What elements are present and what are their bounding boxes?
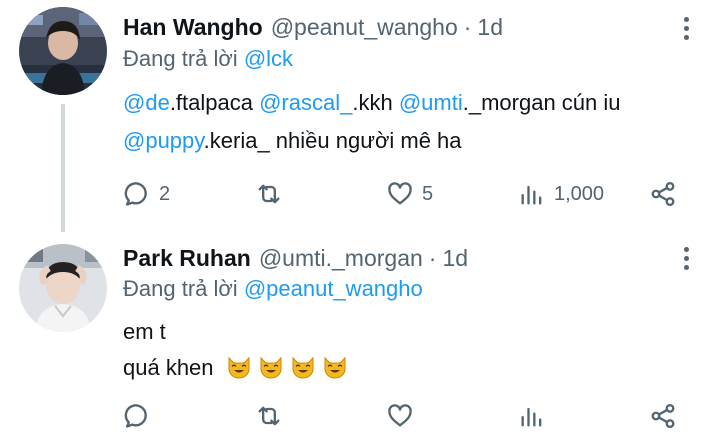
tweet-text-line-1: @de.ftalpaca @rascal_.kkh @umti._morgan … — [123, 90, 621, 116]
text-span: ._morgan cún iu — [462, 90, 621, 115]
mention-link[interactable]: @umti — [399, 90, 463, 115]
reply-button[interactable] — [123, 398, 159, 434]
tweet-actions: 2 5 1,000 — [0, 176, 720, 212]
replying-to: Đang trả lời @peanut_wangho — [123, 276, 423, 302]
views-button[interactable] — [518, 398, 554, 434]
mention-link[interactable]: @rascal_ — [259, 90, 352, 115]
user-handle[interactable]: @peanut_wangho — [271, 14, 458, 41]
thread-line — [61, 104, 65, 232]
timestamp[interactable]: 1d — [442, 245, 468, 272]
retweet-button[interactable] — [255, 176, 291, 212]
tweet-park-ruhan[interactable]: Park Ruhan @umti._morgan · 1d Đang trả l… — [0, 232, 720, 438]
share-button[interactable] — [649, 398, 677, 434]
tweet-actions — [0, 398, 720, 434]
share-icon — [651, 181, 675, 207]
share-button[interactable] — [649, 176, 677, 212]
tweet-header: Han Wangho @peanut_wangho · 1d — [123, 9, 503, 45]
retweet-button[interactable] — [255, 398, 291, 434]
replying-to-mention[interactable]: @peanut_wangho — [244, 276, 423, 301]
smiling-cat-emoji — [226, 354, 252, 380]
like-count: 5 — [422, 182, 434, 205]
smiling-cat-emoji — [290, 354, 316, 380]
tweet-text-line-1: em t — [123, 319, 166, 345]
replying-to-label: Đang trả lời — [123, 276, 238, 301]
replying-to-mention[interactable]: @lck — [244, 46, 293, 71]
reply-count: 2 — [159, 182, 171, 205]
share-icon — [651, 403, 675, 429]
view-count: 1,000 — [554, 182, 605, 205]
mention-link[interactable]: @de — [123, 90, 170, 115]
tweet-han-wangho[interactable]: Han Wangho @peanut_wangho · 1d Đang trả … — [0, 0, 720, 232]
views-bars-icon — [521, 407, 542, 427]
text-span: .keria_ nhiều người mê ha — [203, 128, 462, 153]
timestamp[interactable]: 1d — [477, 14, 503, 41]
display-name[interactable]: Han Wangho — [123, 14, 263, 41]
more-dots-icon[interactable] — [672, 240, 700, 276]
more-dots-icon[interactable] — [672, 10, 700, 46]
views-button[interactable]: 1,000 — [518, 176, 604, 212]
mention-link[interactable]: @puppy — [123, 128, 204, 153]
avatar-park-ruhan[interactable] — [19, 244, 107, 332]
emoji-group — [220, 355, 348, 380]
text-span: quá khen — [123, 355, 214, 380]
smiling-cat-emoji — [322, 354, 348, 380]
tweet-text-line-2: quá khen — [123, 354, 348, 381]
views-bars-icon — [521, 185, 542, 205]
smiling-cat-emoji — [258, 354, 284, 380]
retweet-icon — [258, 184, 280, 204]
replying-to: Đang trả lời @lck — [123, 46, 293, 72]
text-span: .ftalpaca — [169, 90, 260, 115]
heart-icon — [388, 404, 412, 427]
tweet-header: Park Ruhan @umti._morgan · 1d — [123, 240, 468, 276]
separator: · — [463, 13, 472, 40]
heart-icon — [388, 182, 412, 205]
replying-to-label: Đang trả lời — [123, 46, 238, 71]
like-button[interactable]: 5 — [386, 176, 433, 212]
reply-bubble-icon — [124, 182, 147, 206]
retweet-icon — [258, 406, 280, 426]
text-span: .kkh — [352, 90, 399, 115]
user-handle[interactable]: @umti._morgan — [259, 245, 423, 272]
tweet-text-line-2: @puppy.keria_ nhiều người mê ha — [123, 128, 462, 154]
display-name[interactable]: Park Ruhan — [123, 245, 251, 272]
separator: · — [428, 244, 437, 271]
text-span: em t — [123, 319, 166, 344]
reply-bubble-icon — [124, 404, 147, 428]
reply-button[interactable]: 2 — [123, 176, 170, 212]
like-button[interactable] — [386, 398, 422, 434]
avatar-han-wangho[interactable] — [19, 7, 107, 95]
